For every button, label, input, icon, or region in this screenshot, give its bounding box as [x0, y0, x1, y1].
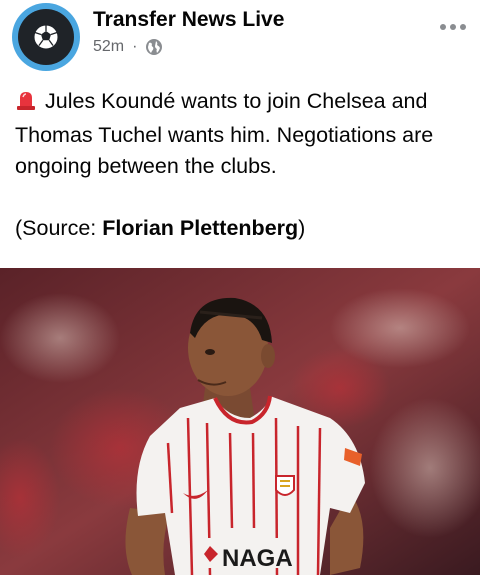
post-text: Jules Koundé wants to join Chelsea and T… — [15, 86, 470, 244]
soccer-ball-icon — [33, 24, 59, 50]
meta-separator: · — [132, 38, 138, 55]
page-name[interactable]: Transfer News Live — [93, 8, 284, 32]
source-suffix: ) — [298, 216, 306, 240]
globe-icon[interactable] — [145, 38, 163, 56]
post-header: Transfer News Live 52m · — [0, 0, 480, 78]
more-dot — [440, 24, 446, 30]
more-options-button[interactable] — [440, 24, 466, 30]
post-image[interactable]: NAGA — [0, 268, 480, 575]
sponsor-text: NAGA — [222, 545, 293, 572]
post-time[interactable]: 52m — [93, 38, 124, 56]
more-dot — [450, 24, 456, 30]
post-source: (Source: Florian Plettenberg) — [15, 213, 470, 244]
post-message: Jules Koundé wants to join Chelsea and T… — [15, 89, 434, 178]
post-body: Jules Koundé wants to join Chelsea and T… — [15, 86, 470, 182]
source-name: Florian Plettenberg — [102, 216, 299, 240]
avatar-inner — [18, 9, 74, 65]
post-meta: 52m · — [93, 36, 163, 58]
page-avatar[interactable] — [12, 3, 80, 71]
police-siren-emoji — [15, 89, 37, 120]
source-prefix: (Source: — [15, 216, 103, 240]
more-dot — [460, 24, 466, 30]
football-player-photo: NAGA — [0, 268, 480, 575]
